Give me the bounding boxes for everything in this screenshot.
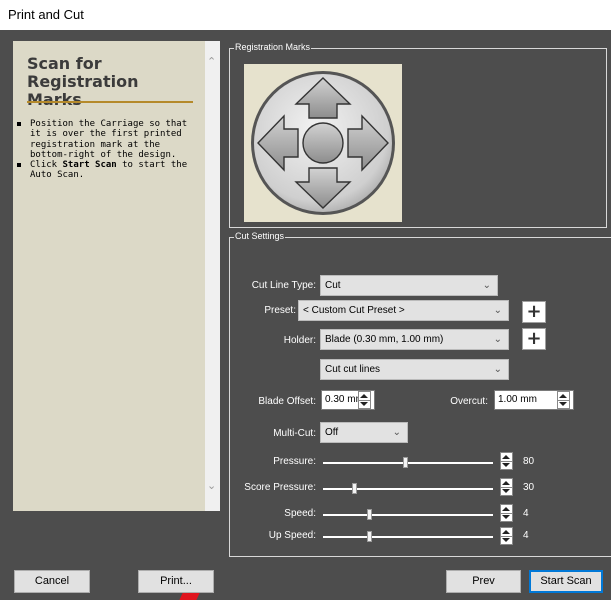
multi-cut-label: Multi-Cut: bbox=[273, 428, 316, 439]
preset-label: Preset: bbox=[264, 305, 296, 316]
registration-preview bbox=[244, 64, 402, 222]
score-pressure-value: 30 bbox=[523, 482, 535, 493]
chevron-down-icon: ⌄ bbox=[493, 305, 502, 316]
direction-pad bbox=[251, 71, 395, 215]
help-instructions: Position the Carriage so that it is over… bbox=[17, 119, 197, 181]
blade-offset-spinner[interactable] bbox=[358, 391, 371, 409]
pressure-slider[interactable] bbox=[323, 462, 493, 464]
speed-value: 4 bbox=[523, 508, 529, 519]
holder-select[interactable]: Blade (0.30 mm, 1.00 mm) ⌄ bbox=[320, 329, 509, 350]
speed-label: Speed: bbox=[284, 508, 316, 519]
cut-lines-value: Cut cut lines bbox=[325, 364, 381, 375]
window-titlebar: Print and Cut bbox=[0, 0, 611, 30]
chevron-down-icon: ⌄ bbox=[493, 334, 502, 345]
scroll-down-icon[interactable]: ⌄ bbox=[207, 479, 216, 492]
up-speed-slider-thumb[interactable] bbox=[366, 531, 372, 542]
score-pressure-slider-thumb[interactable] bbox=[351, 483, 357, 494]
speed-slider-thumb[interactable] bbox=[366, 509, 372, 520]
up-speed-slider[interactable] bbox=[323, 536, 493, 538]
chevron-down-icon: ⌄ bbox=[493, 364, 502, 375]
cut-line-type-label: Cut Line Type: bbox=[251, 280, 316, 291]
prev-button[interactable]: Prev bbox=[446, 570, 521, 593]
center-button-icon[interactable] bbox=[302, 122, 344, 164]
help-scrollbar[interactable]: ⌃ ⌄ bbox=[205, 41, 220, 511]
up-speed-spinner[interactable] bbox=[500, 527, 513, 545]
help-text-bold: Start Scan bbox=[62, 160, 117, 171]
up-speed-label: Up Speed: bbox=[268, 530, 316, 541]
add-preset-button[interactable]: + bbox=[522, 301, 546, 323]
pressure-spinner[interactable] bbox=[500, 452, 513, 470]
score-pressure-spinner[interactable] bbox=[500, 478, 513, 496]
up-speed-value: 4 bbox=[523, 530, 529, 541]
multi-cut-select[interactable]: Off ⌄ bbox=[320, 422, 408, 443]
chevron-down-icon: ⌄ bbox=[392, 427, 401, 438]
help-line: Position the Carriage so that bbox=[30, 119, 188, 129]
window-title: Print and Cut bbox=[8, 7, 84, 22]
preset-select[interactable]: < Custom Cut Preset > ⌄ bbox=[298, 300, 509, 321]
cancel-button[interactable]: Cancel bbox=[14, 570, 90, 593]
help-line: bottom-right of the design. bbox=[30, 149, 177, 160]
registration-marks-title: Registration Marks bbox=[234, 42, 312, 52]
help-panel bbox=[13, 41, 205, 511]
pressure-slider-thumb[interactable] bbox=[402, 457, 408, 468]
cut-settings-title: Cut Settings bbox=[234, 231, 286, 241]
help-text-segment: Click bbox=[30, 160, 63, 171]
add-holder-button[interactable]: + bbox=[522, 328, 546, 350]
help-line: it is over the first printed bbox=[30, 129, 182, 140]
holder-value: Blade (0.30 mm, 1.00 mm) bbox=[325, 334, 444, 345]
help-text-segment: to start the bbox=[116, 160, 188, 171]
print-button[interactable]: Print... bbox=[138, 570, 214, 593]
multi-cut-value: Off bbox=[325, 427, 339, 438]
help-line: Auto Scan. bbox=[30, 170, 85, 181]
score-pressure-label: Score Pressure: bbox=[244, 482, 316, 493]
pressure-value: 80 bbox=[523, 456, 535, 467]
pointer-marker bbox=[179, 593, 200, 600]
blade-offset-label: Blade Offset: bbox=[258, 396, 316, 407]
bullet-icon bbox=[17, 163, 21, 168]
preset-value: < Custom Cut Preset > bbox=[303, 305, 405, 316]
help-line: registration mark at the bbox=[30, 139, 161, 150]
scroll-up-icon[interactable]: ⌃ bbox=[207, 55, 216, 68]
overcut-label: Overcut: bbox=[450, 396, 488, 407]
help-line: Click Start Scan to start the bbox=[17, 160, 197, 170]
speed-slider[interactable] bbox=[323, 514, 493, 516]
speed-spinner[interactable] bbox=[500, 504, 513, 522]
help-title-underline bbox=[27, 101, 193, 103]
overcut-spinner[interactable] bbox=[557, 391, 570, 409]
pressure-label: Pressure: bbox=[273, 456, 316, 467]
cut-lines-select[interactable]: Cut cut lines ⌄ bbox=[320, 359, 509, 380]
cut-line-type-value: Cut bbox=[325, 280, 341, 291]
holder-label: Holder: bbox=[283, 335, 316, 346]
bullet-icon bbox=[17, 122, 21, 126]
cut-line-type-select[interactable]: Cut ⌄ bbox=[320, 275, 498, 296]
chevron-down-icon: ⌄ bbox=[482, 280, 491, 291]
start-scan-button[interactable]: Start Scan bbox=[529, 570, 603, 593]
score-pressure-slider[interactable] bbox=[323, 488, 493, 490]
